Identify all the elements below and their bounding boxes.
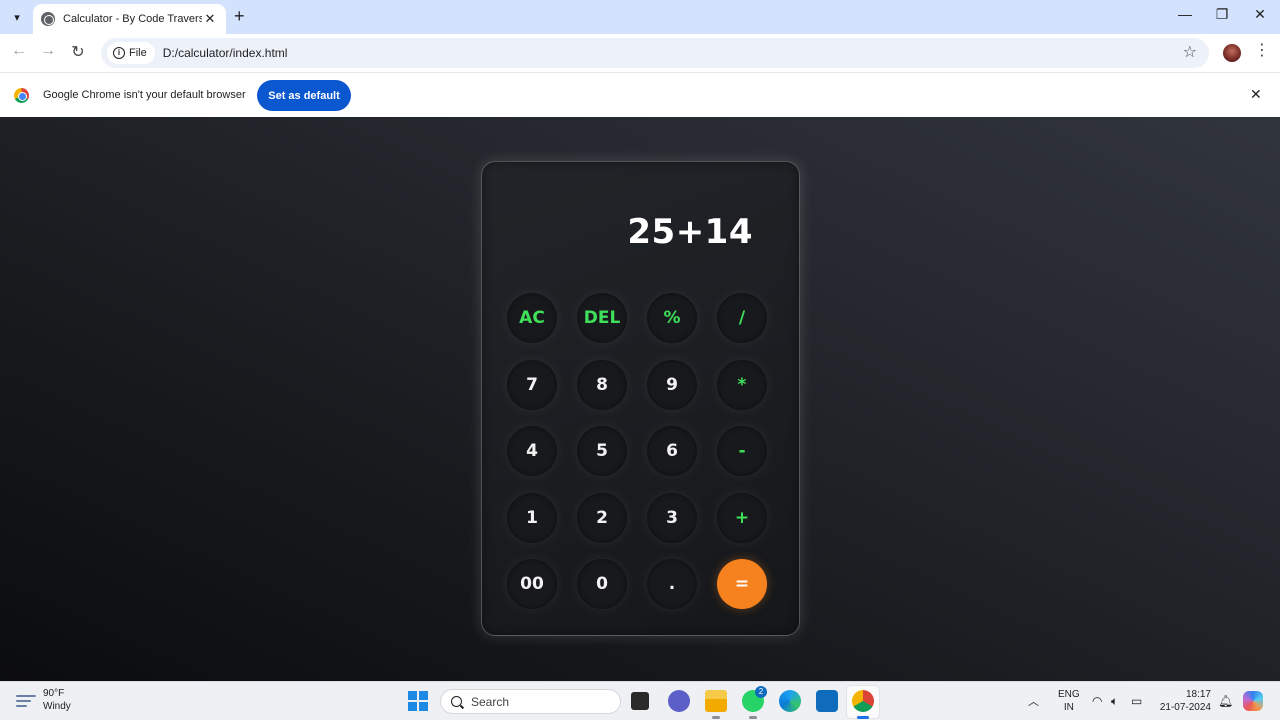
taskbar-search[interactable]: Search: [440, 689, 621, 714]
key-digit-5-button[interactable]: 5: [577, 426, 627, 476]
tab-calculator[interactable]: Calculator - By Code Traversal ✕: [33, 4, 226, 34]
teams-icon[interactable]: [668, 690, 690, 712]
key-add-button[interactable]: +: [717, 493, 767, 543]
tray-chevron-up-icon[interactable]: ︿: [1028, 693, 1039, 709]
key-delete-button[interactable]: DEL: [577, 293, 627, 343]
task-view-icon[interactable]: [631, 692, 649, 710]
explorer-running-indicator: [712, 716, 720, 719]
windows-start-icon[interactable]: [408, 691, 428, 711]
site-info-chip[interactable]: i File: [107, 42, 155, 64]
back-arrow-icon[interactable]: ←: [8, 42, 30, 60]
reload-icon[interactable]: ↻: [67, 42, 89, 62]
site-chip-label: File: [129, 47, 147, 59]
key-digit-7-button[interactable]: 7: [507, 360, 557, 410]
key-clear-button[interactable]: AC: [507, 293, 557, 343]
key-digit-2-button[interactable]: 2: [577, 493, 627, 543]
system-clock[interactable]: 18:17 21-07-2024: [1157, 688, 1211, 714]
key-subtract-button[interactable]: -: [717, 426, 767, 476]
infobar-message: Google Chrome isn't your default browser: [43, 89, 246, 101]
address-bar[interactable]: i File D:/calculator/index.html ☆: [101, 38, 1209, 68]
chrome-logo-icon: [14, 88, 29, 103]
weather-temperature[interactable]: 90°F: [43, 688, 64, 699]
url-text[interactable]: D:/calculator/index.html: [163, 46, 288, 60]
browser-toolbar: ← → ↻ i File D:/calculator/index.html ☆ …: [0, 34, 1280, 72]
windows-taskbar: 90°F Windy Search 2 ︿ ENG IN ◠ 🔈︎ ▭ 18:1…: [0, 681, 1280, 720]
globe-icon: [41, 12, 55, 26]
tab-strip: ▾ Calculator - By Code Traversal ✕ + — ❐…: [0, 0, 1280, 34]
key-digit-1-button[interactable]: 1: [507, 493, 557, 543]
tab-close-icon[interactable]: ✕: [202, 11, 218, 27]
key-digit-8-button[interactable]: 8: [577, 360, 627, 410]
language-region: IN: [1063, 702, 1074, 713]
key-digit-0-button[interactable]: 0: [577, 559, 627, 609]
search-icon: [451, 696, 462, 707]
clock-date: 21-07-2024: [1159, 702, 1211, 713]
kebab-menu-icon[interactable]: ⋮: [1254, 43, 1270, 59]
taskbar-search-placeholder: Search: [471, 694, 510, 709]
key-double-zero-button[interactable]: 00: [507, 559, 557, 609]
forward-arrow-icon[interactable]: →: [37, 42, 59, 60]
key-digit-9-button[interactable]: 9: [647, 360, 697, 410]
volume-icon[interactable]: 🔈︎: [1111, 694, 1118, 709]
key-multiply-button[interactable]: *: [717, 360, 767, 410]
chrome-running-indicator: [857, 716, 869, 719]
window-close-icon[interactable]: ✕: [1245, 6, 1275, 23]
wind-icon[interactable]: [16, 692, 36, 708]
key-digit-6-button[interactable]: 6: [647, 426, 697, 476]
notification-bell-icon[interactable]: 🔔︎: [1218, 694, 1233, 708]
key-decimal-button[interactable]: .: [647, 559, 697, 609]
language-code: ENG: [1058, 689, 1080, 700]
calculator: 25+14 AC DEL%/7 8 9 * 4 5 6-1 2 3 +00 0. =: [481, 161, 800, 636]
key-equals-button[interactable]: =: [717, 559, 767, 609]
bookmark-star-icon[interactable]: ☆: [1183, 42, 1197, 62]
weather-description[interactable]: Windy: [43, 701, 71, 712]
tab-title: Calculator - By Code Traversal: [63, 13, 202, 25]
whatsapp-badge: 2: [755, 686, 767, 698]
new-tab-icon[interactable]: +: [234, 7, 245, 25]
set-default-button[interactable]: Set as default: [257, 80, 351, 111]
tab-search-chevron-icon[interactable]: ▾: [6, 6, 28, 28]
chrome-taskbar-icon[interactable]: [852, 690, 874, 712]
file-explorer-icon[interactable]: [705, 690, 727, 712]
calculator-display: 25+14: [627, 212, 753, 252]
battery-icon[interactable]: ▭: [1131, 694, 1142, 708]
whatsapp-running-indicator: [749, 716, 757, 719]
default-browser-infobar: Google Chrome isn't your default browser…: [0, 72, 1280, 117]
key-digit-3-button[interactable]: 3: [647, 493, 697, 543]
store-icon[interactable]: [816, 690, 838, 712]
page-background: 25+14 AC DEL%/7 8 9 * 4 5 6-1 2 3 +00 0. =: [0, 117, 1280, 681]
info-icon: i: [113, 47, 125, 59]
key-percent-button[interactable]: %: [647, 293, 697, 343]
minimize-icon[interactable]: —: [1170, 6, 1200, 22]
restore-icon[interactable]: ❐: [1207, 6, 1237, 23]
edge-icon[interactable]: [779, 690, 801, 712]
wifi-icon[interactable]: ◠: [1092, 694, 1102, 708]
profile-avatar[interactable]: [1223, 44, 1241, 62]
infobar-close-icon[interactable]: ✕: [1250, 86, 1262, 103]
clock-time: 18:17: [1185, 689, 1211, 700]
language-indicator[interactable]: ENG IN: [1058, 688, 1080, 714]
key-divide-button[interactable]: /: [717, 293, 767, 343]
copilot-icon[interactable]: [1243, 691, 1263, 711]
key-digit-4-button[interactable]: 4: [507, 426, 557, 476]
